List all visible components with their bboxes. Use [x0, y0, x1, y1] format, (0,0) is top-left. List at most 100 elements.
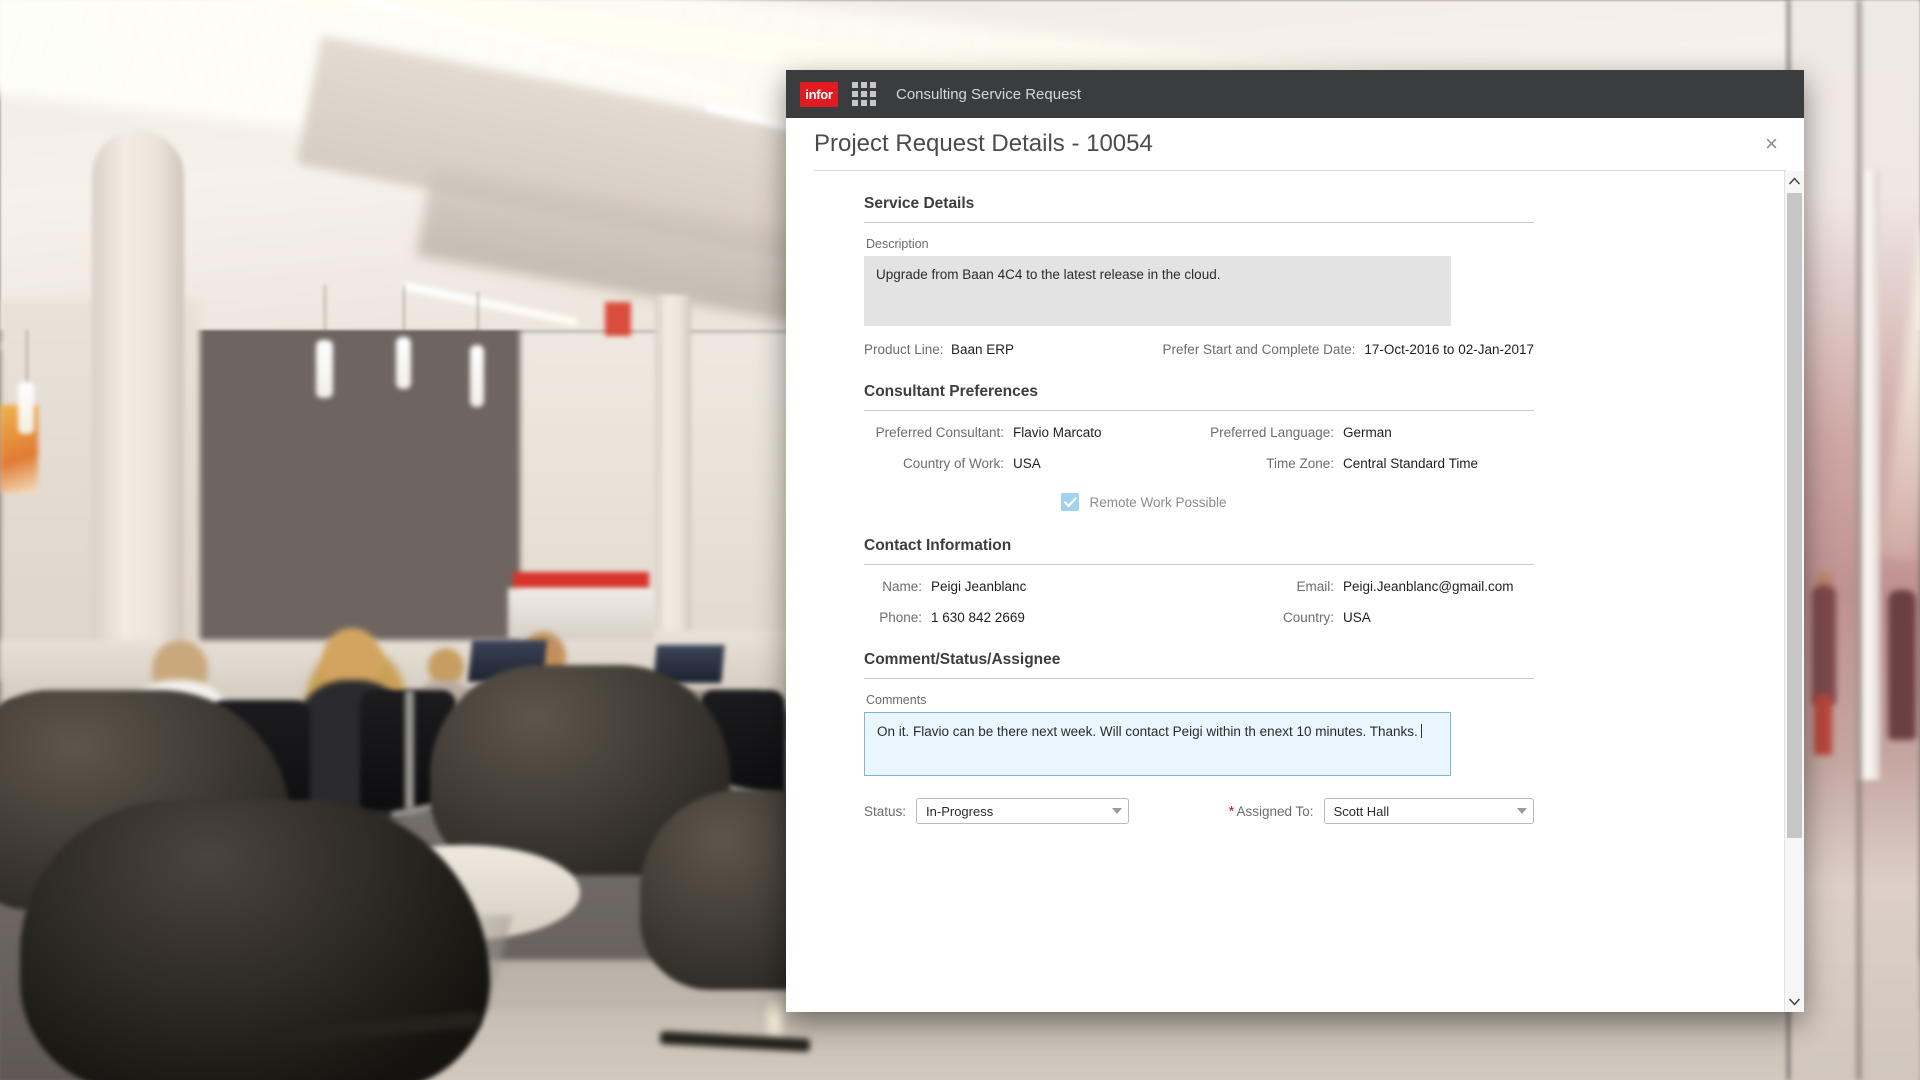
dialog-body: Service Details Description Upgrade from…	[786, 171, 1784, 1012]
apps-grid-icon[interactable]	[852, 82, 876, 106]
contact-row-2: Phone: 1 630 842 2669 Country: USA	[864, 610, 1534, 625]
remote-work-checkbox[interactable]	[1061, 493, 1080, 511]
product-line-label: Product Line:	[864, 342, 944, 357]
dialog-header: Project Request Details - 10054 ×	[786, 118, 1804, 170]
status-value: In-Progress	[926, 803, 994, 819]
pendant-cord	[324, 285, 326, 343]
prefer-dates-cell: Prefer Start and Complete Date: 17-Oct-2…	[1155, 342, 1534, 357]
section-service-details: Service Details Description Upgrade from…	[864, 195, 1534, 357]
chair-post	[405, 690, 414, 810]
exit-sign	[605, 302, 631, 336]
white-cabinet	[508, 588, 654, 640]
country-of-work-value: USA	[1013, 456, 1041, 471]
status-assignee-row: Status: In-Progress * Assigned To: Scott …	[864, 798, 1534, 824]
section-consultant-preferences: Consultant Preferences Preferred Consult…	[864, 383, 1534, 511]
country-cell: Country: USA	[1204, 610, 1534, 625]
scrollbar-thumb[interactable]	[1787, 193, 1802, 838]
pendant-light	[470, 345, 484, 407]
pendant-light	[18, 382, 34, 434]
project-request-details-dialog: infor Consulting Service Request Project…	[786, 70, 1804, 1012]
product-line-cell: Product Line: Baan ERP	[864, 342, 1155, 357]
remote-work-row: Remote Work Possible	[864, 493, 1534, 511]
section-heading: Comment/Status/Assignee	[864, 651, 1534, 679]
text-caret	[1420, 724, 1422, 738]
section-heading: Consultant Preferences	[864, 383, 1534, 411]
close-icon[interactable]: ×	[1757, 129, 1786, 159]
phone-value: 1 630 842 2669	[931, 610, 1025, 625]
name-cell: Name: Peigi Jeanblanc	[864, 579, 1204, 594]
product-line-value: Baan ERP	[951, 342, 1015, 357]
pendant-cord	[477, 292, 479, 347]
section-contact-information: Contact Information Name: Peigi Jeanblan…	[864, 537, 1534, 625]
scroll-up-button[interactable]	[1785, 171, 1804, 191]
phone-cell: Phone: 1 630 842 2669	[864, 610, 1204, 625]
status-dropdown[interactable]: In-Progress	[916, 798, 1130, 824]
phone-label: Phone:	[879, 610, 922, 625]
email-cell: Email: Peigi.Jeanblanc@gmail.com	[1204, 579, 1534, 594]
name-label: Name:	[882, 579, 922, 594]
prefer-dates-label: Prefer Start and Complete Date:	[1162, 342, 1356, 357]
form-content: Service Details Description Upgrade from…	[864, 195, 1534, 824]
pendant-cord	[26, 330, 28, 384]
vertical-scrollbar[interactable]	[1784, 171, 1804, 1012]
pendant-cord	[403, 285, 405, 339]
comments-input[interactable]: On it. Flavio can be there next week. Wi…	[864, 712, 1451, 776]
contact-row-1: Name: Peigi Jeanblanc Email: Peigi.Jeanb…	[864, 579, 1534, 594]
glass-mullion	[1856, 0, 1862, 1080]
country-label: Country:	[1282, 610, 1334, 625]
preferred-language-cell: Preferred Language: German	[1204, 425, 1534, 440]
pendant-light	[316, 340, 333, 398]
scroll-down-button[interactable]	[1785, 992, 1804, 1012]
remote-work-label: Remote Work Possible	[1089, 494, 1227, 510]
chevron-down-icon	[1517, 808, 1527, 814]
preferred-language-label: Preferred Language:	[1210, 425, 1334, 440]
comments-label: Comments	[866, 693, 927, 707]
required-asterisk: *	[1228, 802, 1235, 820]
lobby-person-legs	[1814, 695, 1832, 755]
comments-text: On it. Flavio can be there next week. Wi…	[877, 724, 1418, 739]
preferred-consultant-label: Preferred Consultant:	[875, 425, 1004, 440]
assigned-to-label: Assigned To:	[1236, 803, 1314, 819]
service-details-row: Product Line: Baan ERP Prefer Start and …	[864, 342, 1534, 357]
checkmark-icon	[1064, 496, 1077, 507]
country-value: USA	[1343, 610, 1371, 625]
floor-tile	[350, 1010, 1920, 1080]
floor-light-reflection	[765, 1000, 785, 1042]
column	[92, 130, 184, 690]
name-value: Peigi Jeanblanc	[931, 579, 1027, 594]
time-zone-value: Central Standard Time	[1343, 456, 1479, 471]
app-bar: infor Consulting Service Request	[786, 70, 1804, 118]
app-bar-title: Consulting Service Request	[896, 85, 1082, 103]
country-of-work-cell: Country of Work: USA	[864, 456, 1204, 471]
consultant-row-1: Preferred Consultant: Flavio Marcato Pre…	[864, 425, 1534, 440]
section-heading: Contact Information	[864, 537, 1534, 565]
lobby-person	[1812, 585, 1836, 705]
chevron-up-icon	[1789, 177, 1800, 185]
dialog-body-wrapper: Service Details Description Upgrade from…	[786, 171, 1804, 1012]
preferred-consultant-cell: Preferred Consultant: Flavio Marcato	[864, 425, 1204, 440]
email-label: Email:	[1296, 579, 1334, 594]
lobby-person	[1888, 590, 1916, 740]
pendant-light	[396, 337, 411, 389]
consultant-row-2: Country of Work: USA Time Zone: Central …	[864, 456, 1534, 471]
assigned-to-dropdown[interactable]: Scott Hall	[1323, 798, 1534, 824]
time-zone-label: Time Zone:	[1266, 456, 1334, 471]
description-label: Description	[866, 237, 929, 251]
scrollbar-track[interactable]	[1785, 191, 1804, 992]
page-title: Project Request Details - 10054	[814, 130, 1153, 157]
country-of-work-label: Country of Work:	[902, 456, 1004, 471]
status-label: Status:	[864, 803, 907, 819]
section-heading: Service Details	[864, 195, 1534, 223]
description-field: Upgrade from Baan 4C4 to the latest rele…	[864, 256, 1451, 326]
assigned-to-label-group: * Assigned To:	[1229, 803, 1314, 820]
section-comment-status-assignee: Comment/Status/Assignee Comments On it. …	[864, 651, 1534, 824]
preferred-consultant-value: Flavio Marcato	[1013, 425, 1102, 440]
prefer-dates-value: 17-Oct-2016 to 02-Jan-2017	[1364, 342, 1534, 357]
infor-logo: infor	[800, 81, 838, 107]
chevron-down-icon	[1112, 808, 1123, 814]
chevron-down-icon	[1789, 998, 1800, 1006]
preferred-language-value: German	[1343, 425, 1392, 440]
email-value: Peigi.Jeanblanc@gmail.com	[1343, 579, 1514, 594]
lounge-chair	[20, 800, 490, 1080]
time-zone-cell: Time Zone: Central Standard Time	[1204, 456, 1534, 471]
